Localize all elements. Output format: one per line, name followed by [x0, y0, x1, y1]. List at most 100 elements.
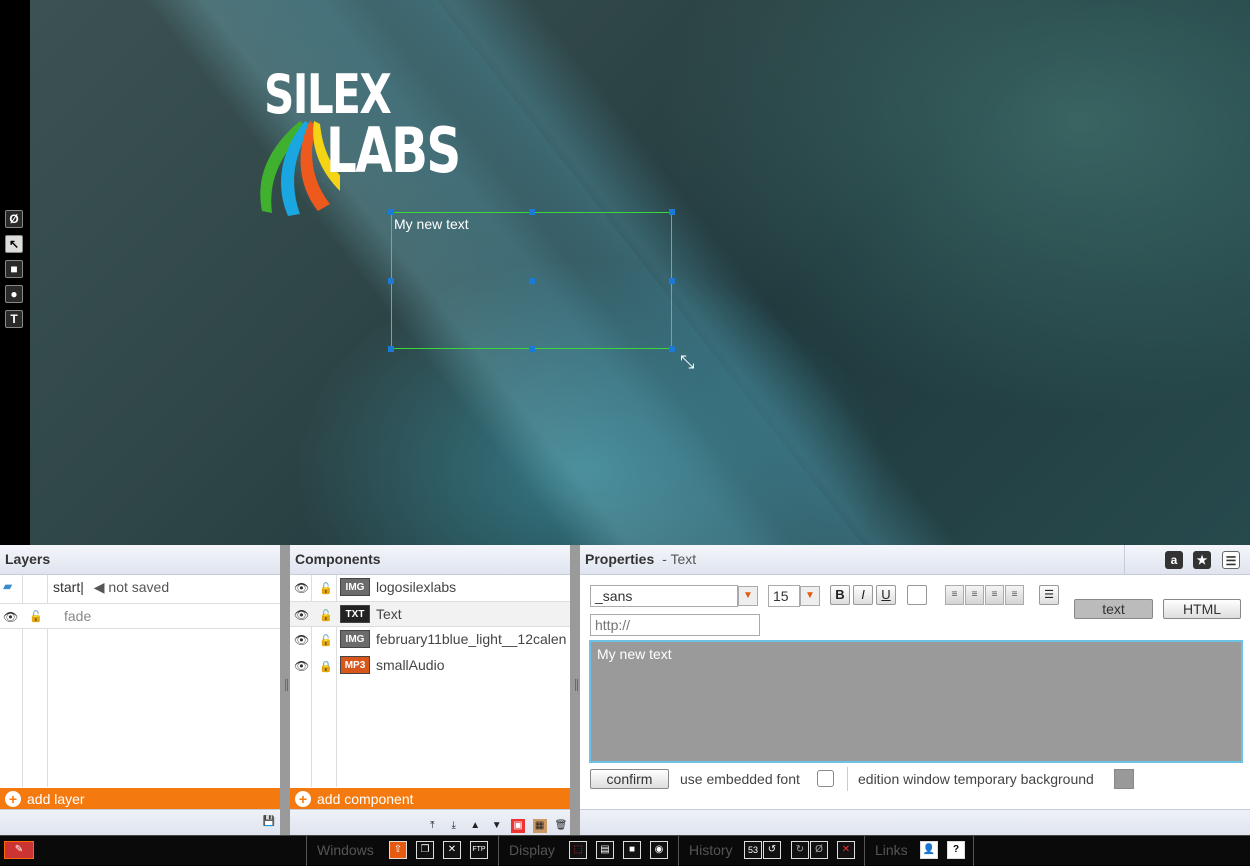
favorite-star-icon[interactable]: ★	[1193, 551, 1211, 569]
bold-button[interactable]: B	[830, 585, 850, 605]
list-view-icon[interactable]: ☰	[1222, 551, 1240, 569]
resize-handle-t[interactable]	[529, 209, 535, 215]
unlock-icon[interactable]: 🔓	[319, 582, 333, 595]
align-right-button[interactable]: ≡	[985, 585, 1004, 605]
redo-icon[interactable]: ↻	[791, 841, 809, 859]
save-status: ◀ not saved	[93, 579, 170, 595]
layer-name: start| ◀ not saved	[53, 579, 170, 595]
resize-handle-tl[interactable]	[388, 209, 394, 215]
layers-title: Layers	[0, 545, 280, 575]
save-icon[interactable]: 💾	[262, 815, 276, 829]
move-down-icon[interactable]: ▼	[490, 819, 504, 833]
component-name: Text	[376, 606, 402, 622]
unlock-icon[interactable]: 🔓	[29, 610, 43, 623]
panel-icon[interactable]: ▤	[596, 841, 614, 859]
resize-handle-tr[interactable]	[669, 209, 675, 215]
component-row[interactable]: 👁 🔓 IMG february11blue_light__12calen	[290, 627, 570, 653]
clear-history-icon[interactable]: Ø	[810, 841, 828, 859]
chevron-down-icon[interactable]: ▼	[800, 586, 820, 606]
ftp-icon[interactable]: FTP	[470, 841, 488, 859]
link-url-input[interactable]	[590, 614, 760, 636]
resize-handle-br[interactable]	[669, 346, 675, 352]
resize-handle-bl[interactable]	[388, 346, 394, 352]
component-name: logosilexlabs	[376, 579, 457, 595]
undo-icon[interactable]: ↺	[763, 841, 781, 859]
move-up-icon[interactable]: ▲	[468, 819, 482, 833]
move-bottom-icon[interactable]: ⤓	[447, 819, 461, 833]
eye-icon[interactable]: 👁	[294, 581, 309, 595]
pointer-icon[interactable]: ↖	[5, 235, 23, 253]
camera-icon[interactable]: ◉	[650, 841, 668, 859]
circle-icon[interactable]: ●	[5, 285, 23, 303]
confirm-button[interactable]: confirm	[590, 769, 669, 789]
bullet-list-button[interactable]: ☰	[1039, 585, 1059, 605]
components-footer: ⤒ ⤓ ▲ ▼ ▣ ▦ 🗑	[290, 809, 570, 835]
chevron-down-icon[interactable]: ▼	[738, 586, 758, 606]
font-family-select[interactable]: _sans	[590, 585, 738, 607]
stage: Ø ↖ ■ ● T SILEX LABS My new text ⤡	[0, 0, 1250, 545]
windows-icon[interactable]: ❐	[416, 841, 434, 859]
taskbar: ✎ Windows ⇧ ❐ ✕ FTP Display ⬚ ▤ ■ ◉ Hist…	[0, 835, 1250, 866]
selected-text-element[interactable]: My new text	[388, 209, 675, 352]
eye-icon[interactable]: 👁	[294, 659, 309, 673]
component-row[interactable]: 👁 🔒 MP3 smallAudio	[290, 653, 570, 679]
rectangle-icon[interactable]: ■	[5, 260, 23, 278]
resize-cursor-icon: ⤡	[680, 352, 695, 372]
silex-menu-icon[interactable]: ✎	[4, 841, 34, 859]
component-row-selected[interactable]: 👁 🔓 TXT Text	[290, 601, 570, 627]
italic-button[interactable]: I	[853, 585, 873, 605]
stop-icon[interactable]: ■	[623, 841, 641, 859]
text-tool-icon[interactable]: T	[5, 310, 23, 328]
display-group: Display ⬚ ▤ ■ ◉	[498, 836, 678, 866]
layers-footer: 💾	[0, 809, 280, 835]
html-mode-button[interactable]: HTML	[1163, 599, 1241, 619]
close-history-icon[interactable]: ✕	[837, 841, 855, 859]
temp-background-label: edition window temporary background	[858, 771, 1094, 787]
resize-handle-r[interactable]	[669, 278, 675, 284]
move-handle-center[interactable]	[529, 278, 535, 284]
silex-labs-logo[interactable]: SILEX LABS	[250, 68, 461, 218]
align-left-button[interactable]: ≡	[945, 585, 964, 605]
align-center-button[interactable]: ≡	[965, 585, 984, 605]
edit-canvas[interactable]: SILEX LABS My new text ⤡	[30, 0, 1250, 545]
text-mode-button[interactable]: text	[1074, 599, 1153, 619]
temp-background-color-picker[interactable]	[1114, 769, 1134, 789]
trash-icon[interactable]: 🗑	[554, 819, 568, 833]
close-icon[interactable]: ✕	[443, 841, 461, 859]
lock-icon[interactable]: 🔒	[319, 660, 333, 673]
align-justify-button[interactable]: ≡	[1005, 585, 1024, 605]
move-top-icon[interactable]: ⤒	[425, 819, 439, 833]
components-panel: Components 👁 🔓 IMG logosilexlabs 👁 🔓 TXT…	[290, 545, 570, 835]
properties-title: Properties	[585, 551, 655, 567]
splitter-handle[interactable]: ║	[570, 545, 580, 835]
image-icon[interactable]: ▦	[532, 819, 547, 833]
audio-type-icon: MP3	[340, 656, 370, 674]
font-size-select[interactable]: 15	[768, 585, 800, 607]
resize-handle-b[interactable]	[529, 346, 535, 352]
splitter-handle[interactable]: ║	[280, 545, 290, 835]
unlock-icon[interactable]: 🔓	[319, 634, 333, 647]
underline-button[interactable]: U	[876, 585, 896, 605]
eye-icon[interactable]: 👁	[294, 608, 309, 622]
eye-icon[interactable]: 👁	[3, 610, 18, 624]
user-icon[interactable]: 👤	[920, 841, 938, 859]
duplicate-icon[interactable]: ▣	[511, 819, 526, 833]
frame-icon[interactable]: ⬚	[569, 841, 587, 859]
history-label: History	[689, 842, 733, 858]
add-layer-button[interactable]: + add layer	[0, 788, 280, 810]
layer-row[interactable]: ▰ start| ◀ not saved	[0, 575, 280, 601]
upload-icon[interactable]: ⇧	[389, 841, 407, 859]
text-color-picker[interactable]	[907, 585, 927, 605]
layer-row[interactable]: 👁 🔓 fade	[0, 603, 280, 629]
component-row[interactable]: 👁 🔓 IMG logosilexlabs	[290, 575, 570, 601]
no-select-icon[interactable]: Ø	[5, 210, 23, 228]
logo-text-line2: LABS	[326, 114, 461, 187]
help-icon[interactable]: ?	[947, 841, 965, 859]
resize-handle-l[interactable]	[388, 278, 394, 284]
unlock-icon[interactable]: 🔓	[319, 609, 333, 622]
text-style-icon[interactable]: a	[1165, 551, 1183, 569]
add-component-button[interactable]: + add component	[290, 788, 570, 810]
text-editor-area[interactable]: My new text	[589, 640, 1243, 763]
embedded-font-checkbox[interactable]	[817, 770, 834, 787]
eye-icon[interactable]: 👁	[294, 633, 309, 647]
